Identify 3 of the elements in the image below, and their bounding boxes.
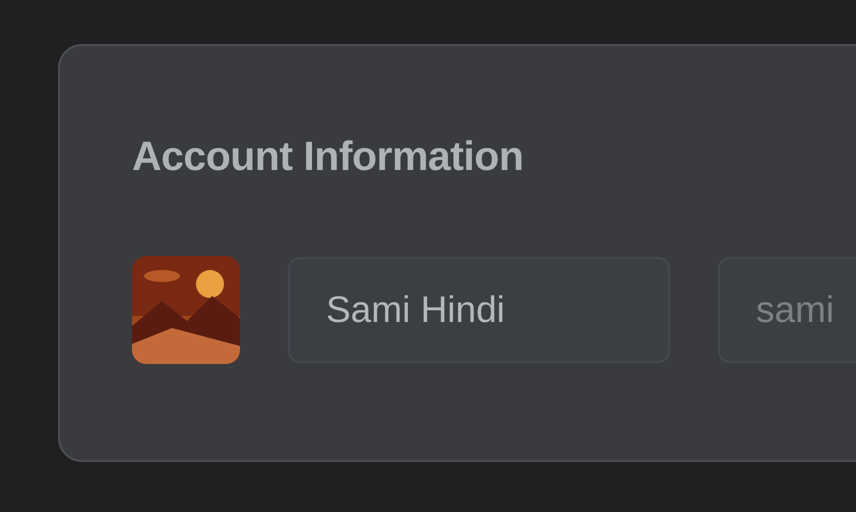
- name-field[interactable]: Sami Hindi: [288, 257, 670, 363]
- section-title: Account Information: [132, 132, 524, 180]
- email-field[interactable]: sami: [718, 257, 856, 363]
